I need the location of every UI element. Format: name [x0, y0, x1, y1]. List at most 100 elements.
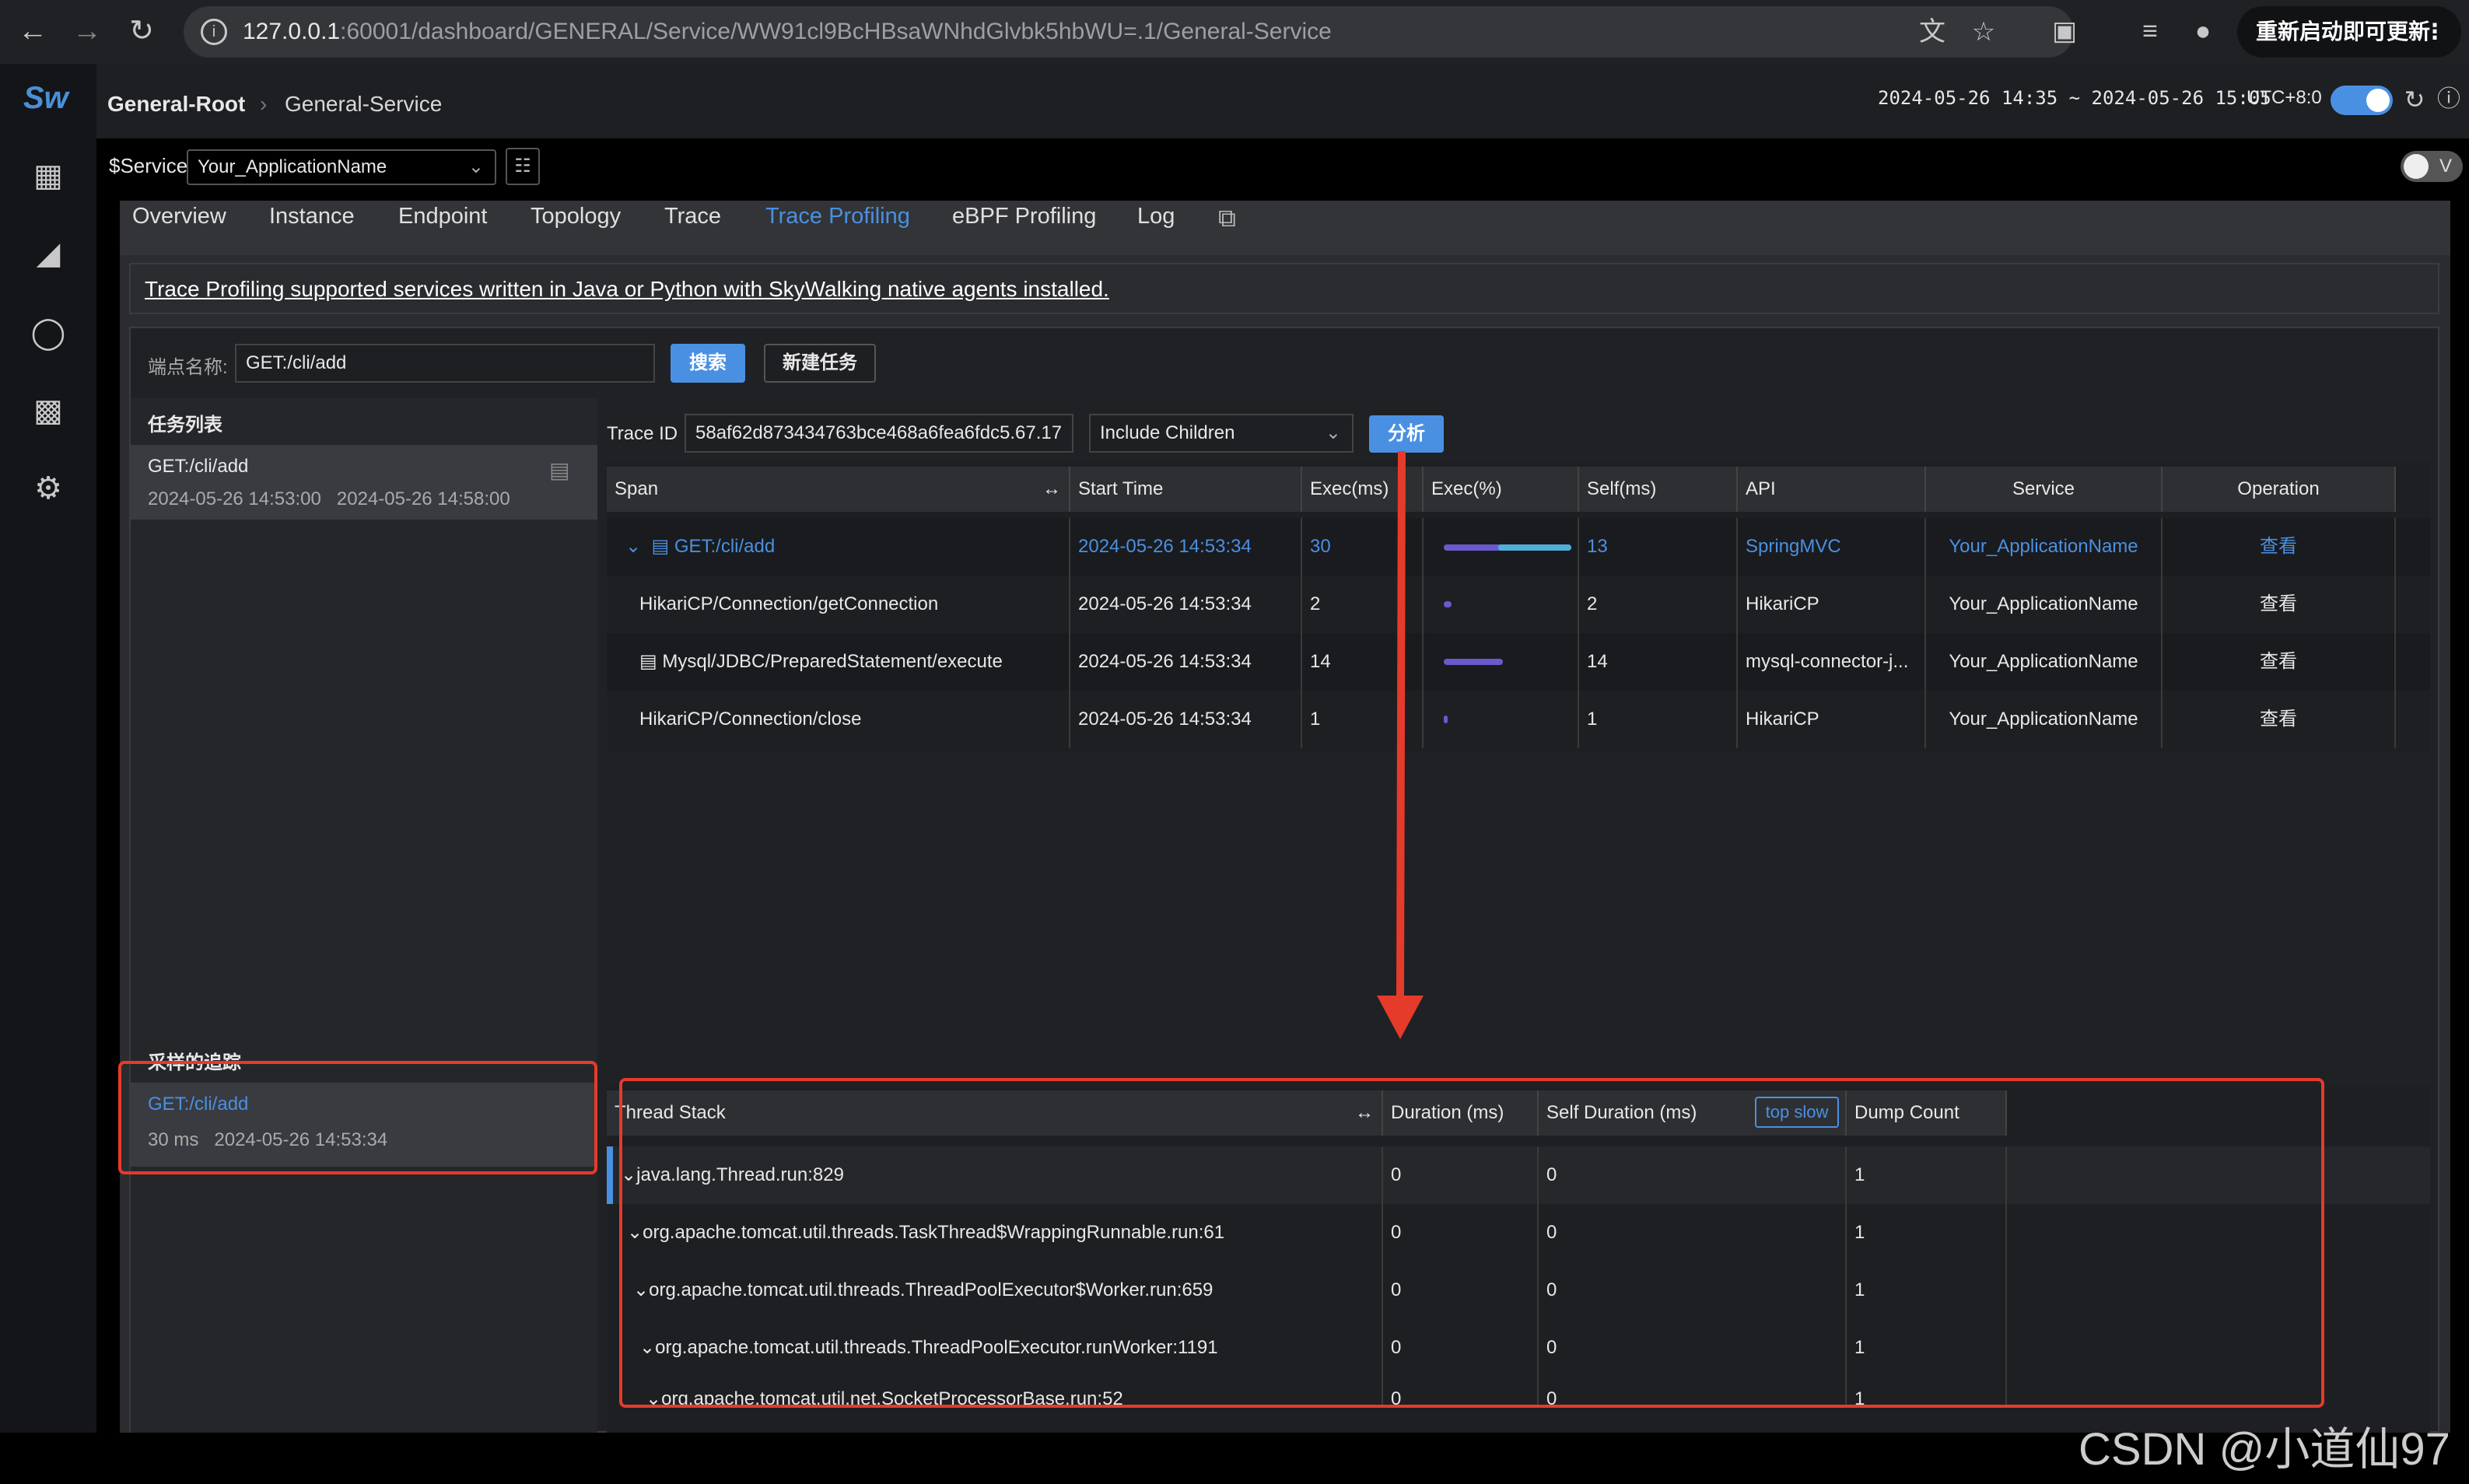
span-exec-bar — [1424, 576, 1579, 633]
breadcrumb-root[interactable]: General-Root — [107, 92, 245, 117]
breadcrumb-current[interactable]: General-Service — [285, 92, 442, 117]
exec-bar-fill — [1498, 544, 1571, 551]
chevron-down-icon[interactable]: ⌄ — [625, 536, 641, 557]
trace-id-select[interactable]: 58af62d873434763bce468a6fea6fdc5.67.17 — [685, 414, 1073, 453]
chart-icon[interactable]: ◢ — [28, 233, 68, 274]
extensions-icon[interactable]: ▣ — [2046, 12, 2083, 50]
tab-endpoint[interactable]: Endpoint — [398, 204, 488, 229]
topology-icon[interactable]: ☷ — [506, 148, 540, 185]
chevron-down-icon: ⌄ — [468, 156, 484, 177]
header-exec-pct: Exec(%) — [1424, 467, 1579, 512]
span-api: HikariCP — [1738, 691, 1926, 748]
task-name: GET:/cli/add — [148, 456, 249, 477]
span-start-time: 2024-05-26 14:53:34 — [1070, 518, 1302, 576]
span-name[interactable]: ⌄ ▤ GET:/cli/add — [607, 518, 1070, 576]
view-link[interactable]: 查看 — [2163, 518, 2396, 576]
span-start-time: 2024-05-26 14:53:34 — [1070, 633, 1302, 691]
dashboard-icon[interactable]: ▦ — [28, 156, 68, 196]
header-start-time: Start Time — [1070, 467, 1302, 512]
tab-ebpf-profiling[interactable]: eBPF Profiling — [952, 204, 1096, 229]
header-service: Service — [1926, 467, 2163, 512]
breadcrumb-separator: › — [260, 92, 268, 116]
exec-bar-track — [1444, 659, 1503, 665]
address-bar[interactable]: i 127.0.0.1:60001/dashboard/GENERAL/Serv… — [184, 6, 2074, 58]
skywalking-logo: Sw — [23, 81, 68, 115]
header-operation: Operation — [2163, 467, 2396, 512]
theme-toggle[interactable] — [2331, 86, 2393, 115]
profile-avatar-icon[interactable]: ● — [2184, 12, 2222, 50]
endpoint-name-input[interactable]: GET:/cli/add — [235, 344, 655, 383]
span-start-time: 2024-05-26 14:53:34 — [1070, 691, 1302, 748]
tab-overview[interactable]: Overview — [132, 204, 226, 229]
forward-arrow-icon[interactable]: → — [68, 12, 106, 50]
chevron-down-icon: ⌄ — [1325, 422, 1341, 443]
highlight-box-thread-stack — [619, 1078, 2324, 1408]
task-list-title: 任务列表 — [148, 415, 222, 436]
translate-icon[interactable]: 文 — [1914, 13, 1951, 51]
refresh-icon[interactable]: ↻ — [2396, 81, 2433, 118]
tab-topology[interactable]: Topology — [531, 204, 621, 229]
resize-icon[interactable]: ↔ — [1042, 467, 1061, 512]
span-service: Your_ApplicationName — [1926, 633, 2163, 691]
update-button[interactable]: 重新启动即可更新 ⋮ — [2237, 6, 2461, 58]
service-select[interactable]: Your_ApplicationName ⌄ — [187, 149, 496, 185]
site-info-icon[interactable]: i — [201, 19, 227, 45]
task-list-panel — [131, 398, 597, 1433]
span-service: Your_ApplicationName — [1926, 691, 2163, 748]
span-exec-bar — [1424, 691, 1579, 748]
info-icon[interactable]: ⓘ — [2430, 81, 2467, 118]
reload-icon[interactable]: ↻ — [123, 12, 160, 50]
back-arrow-icon[interactable]: ← — [14, 12, 51, 50]
arrow-head — [1377, 996, 1424, 1039]
view-link[interactable]: 查看 — [2163, 576, 2396, 633]
tab-trace[interactable]: Trace — [664, 204, 721, 229]
media-icon[interactable]: ≡ — [2131, 12, 2169, 50]
include-children-select[interactable]: Include Children ⌄ — [1089, 414, 1354, 453]
task-logs-icon[interactable]: ▤ — [549, 457, 569, 483]
view-link[interactable]: 查看 — [2163, 691, 2396, 748]
selected-row-marker — [607, 1146, 613, 1204]
view-link[interactable]: 查看 — [2163, 633, 2396, 691]
entry-span-icon: ▤ — [651, 536, 670, 557]
widgets-icon[interactable]: ▩ — [28, 390, 68, 431]
trace-id-label: Trace ID — [607, 423, 678, 444]
alert-shield-icon[interactable]: ◯ — [28, 313, 68, 353]
span-exec-bar — [1424, 633, 1579, 691]
timezone-label: UTC+8:0 — [2247, 87, 2322, 108]
copy-dashboard-icon[interactable]: ⧉ — [1218, 204, 1236, 233]
time-range[interactable]: 2024-05-26 14:35 ~ 2024-05-26 15:05 — [1878, 87, 2271, 109]
span-api: mysql-connector-j... — [1738, 633, 1926, 691]
visualization-toggle[interactable]: V — [2401, 151, 2463, 182]
tab-log[interactable]: Log — [1137, 204, 1175, 229]
span-self-ms: 2 — [1579, 576, 1738, 633]
exec-bar-track — [1444, 601, 1452, 607]
tab-trace-profiling[interactable]: Trace Profiling — [765, 204, 910, 229]
url-text: 127.0.0.1:60001/dashboard/GENERAL/Servic… — [243, 19, 1332, 44]
annotation-arrow — [1377, 451, 1424, 1039]
bookmark-star-icon[interactable]: ☆ — [1965, 13, 2002, 51]
exit-span-icon: ▤ — [639, 651, 657, 672]
span-self-ms: 1 — [1579, 691, 1738, 748]
span-name[interactable]: ▤ Mysql/JDBC/PreparedStatement/execute — [607, 633, 1070, 691]
span-service: Your_ApplicationName — [1926, 518, 2163, 576]
span-api: SpringMVC — [1738, 518, 1926, 576]
header-api: API — [1738, 467, 1926, 512]
task-times: 2024-05-26 14:53:00 2024-05-26 14:58:00 — [148, 488, 510, 509]
settings-gear-icon[interactable]: ⚙ — [28, 468, 68, 509]
header-self-ms: Self(ms) — [1579, 467, 1738, 512]
span-start-time: 2024-05-26 14:53:34 — [1070, 576, 1302, 633]
span-name[interactable]: HikariCP/Connection/getConnection — [607, 576, 1070, 633]
span-api: HikariCP — [1738, 576, 1926, 633]
notice-text[interactable]: Trace Profiling supported services writt… — [145, 277, 1109, 302]
exec-bar-track — [1444, 716, 1448, 723]
service-label: $Service — [109, 154, 188, 177]
arrow-shaft — [1396, 451, 1406, 996]
analyze-button[interactable]: 分析 — [1369, 415, 1444, 453]
header-span: Span ↔ — [607, 467, 1070, 512]
span-self-ms: 13 — [1579, 518, 1738, 576]
span-exec-bar — [1424, 518, 1579, 576]
new-task-button[interactable]: 新建任务 — [764, 344, 876, 383]
tab-instance[interactable]: Instance — [269, 204, 355, 229]
search-button[interactable]: 搜索 — [671, 344, 745, 383]
span-name[interactable]: HikariCP/Connection/close — [607, 691, 1070, 748]
